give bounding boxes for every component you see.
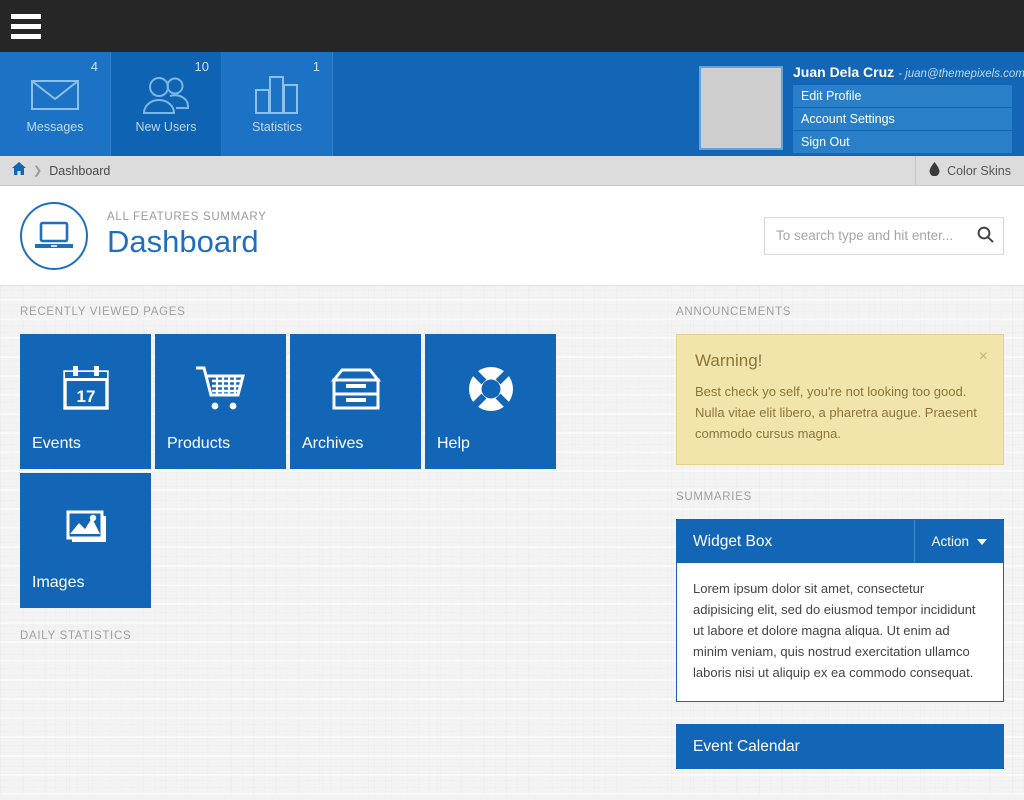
user-name: Juan Dela Cruz bbox=[793, 64, 895, 80]
page-tile-events[interactable]: 17 Events bbox=[20, 334, 151, 469]
stat-tile-statistics[interactable]: 1 Statistics bbox=[222, 52, 333, 156]
user-info: Juan Dela Cruz - juan@themepixels.com Ed… bbox=[793, 62, 1024, 154]
page-kicker: All Features Summary bbox=[107, 210, 267, 223]
main-content: Recently Viewed Pages 17 Events bbox=[0, 286, 1024, 795]
page-tile-label: Archives bbox=[302, 435, 364, 452]
user-menu-item-account-settings[interactable]: Account Settings bbox=[793, 108, 1012, 130]
widget-box-header: Widget Box Action bbox=[677, 520, 1003, 564]
breadcrumb-separator: ❯ bbox=[33, 165, 43, 177]
lifebuoy-icon bbox=[425, 334, 556, 435]
page-tile-label: Help bbox=[437, 435, 470, 452]
color-skins-label: Color Skins bbox=[947, 163, 1011, 178]
page-tile-archives[interactable]: Archives bbox=[290, 334, 421, 469]
recently-viewed-label: Recently Viewed Pages bbox=[20, 306, 186, 318]
stat-count: 4 bbox=[90, 59, 98, 74]
page-header: All Features Summary Dashboard bbox=[0, 186, 1024, 286]
page-tile-label: Events bbox=[32, 435, 81, 452]
envelope-icon bbox=[30, 73, 80, 117]
alert-title: Warning! bbox=[695, 351, 763, 370]
avatar[interactable] bbox=[699, 66, 783, 150]
recently-viewed-tiles: 17 Events Products Archives Help Images bbox=[20, 334, 656, 608]
stat-tile-messages[interactable]: 4 Messages bbox=[0, 52, 111, 156]
widget-box-panel: Widget Box Action Lorem ipsum dolor sit … bbox=[676, 519, 1004, 703]
stat-label: New Users bbox=[135, 120, 197, 134]
widget-action-dropdown[interactable]: Action bbox=[914, 520, 1003, 564]
user-menu-item-sign-out[interactable]: Sign Out bbox=[793, 131, 1012, 153]
widget-box-body: Lorem ipsum dolor sit amet, consectetur … bbox=[693, 581, 976, 681]
left-column: Recently Viewed Pages 17 Events bbox=[20, 306, 676, 775]
user-identity: Juan Dela Cruz - juan@themepixels.com bbox=[793, 62, 1024, 85]
color-skins-button[interactable]: Color Skins bbox=[915, 155, 1024, 186]
search-box bbox=[764, 216, 1004, 255]
breadcrumb: ❯ Dashboard bbox=[0, 161, 110, 180]
stat-tile-new-users[interactable]: 10 New Users bbox=[111, 52, 222, 156]
user-panel: Juan Dela Cruz - juan@themepixels.com Ed… bbox=[699, 52, 1024, 156]
breadcrumb-bar: ❯ Dashboard Color Skins bbox=[0, 155, 1024, 186]
alert-body: Best check yo self, you're not looking t… bbox=[695, 384, 977, 442]
home-icon[interactable] bbox=[12, 161, 26, 180]
laptop-icon bbox=[20, 201, 88, 270]
stat-label: Statistics bbox=[251, 120, 302, 134]
users-icon bbox=[140, 73, 192, 117]
hamburger-bar bbox=[11, 23, 41, 29]
bar-chart-icon bbox=[254, 73, 300, 117]
top-bar bbox=[0, 0, 1024, 52]
droplet-icon bbox=[929, 162, 940, 179]
widget-box-title: Widget Box bbox=[693, 532, 773, 550]
user-menu-item-edit-profile[interactable]: Edit Profile bbox=[793, 85, 1012, 107]
widget-action-label: Action bbox=[931, 534, 969, 550]
calendar-icon: 17 bbox=[20, 334, 151, 435]
stats-strip: 4 Messages 10 New Users 1 Statistics Jua… bbox=[0, 52, 1024, 156]
page-title: Dashboard bbox=[107, 223, 259, 259]
summaries-label: Summaries bbox=[676, 491, 752, 504]
shopping-cart-icon bbox=[155, 334, 286, 435]
close-icon[interactable]: × bbox=[979, 348, 988, 366]
page-tile-products[interactable]: Products bbox=[155, 334, 286, 469]
stat-count: 1 bbox=[312, 59, 320, 74]
hamburger-bar bbox=[11, 13, 41, 19]
search-button[interactable] bbox=[967, 218, 1003, 254]
event-calendar-header[interactable]: Event Calendar bbox=[677, 725, 1003, 769]
right-column: Announcements × Warning! Best check yo s… bbox=[676, 306, 1004, 775]
daily-statistics-label: Daily Statistics bbox=[20, 630, 132, 642]
breadcrumb-current[interactable]: Dashboard bbox=[49, 164, 110, 178]
chevron-down-icon bbox=[977, 538, 987, 545]
stat-count: 10 bbox=[194, 59, 209, 74]
page-tile-label: Products bbox=[167, 435, 231, 452]
page-tile-images[interactable]: Images bbox=[20, 473, 151, 608]
page-header-text: All Features Summary Dashboard bbox=[107, 211, 267, 261]
warning-alert: × Warning! Best check yo self, you're no… bbox=[676, 334, 1004, 466]
page-tile-help[interactable]: Help bbox=[425, 334, 556, 469]
hamburger-bar bbox=[11, 33, 41, 39]
page-tile-label: Images bbox=[32, 574, 85, 591]
stat-label: Messages bbox=[26, 120, 84, 134]
event-calendar-panel: Event Calendar bbox=[676, 724, 1004, 770]
archive-icon bbox=[290, 334, 421, 435]
svg-text:17: 17 bbox=[76, 387, 95, 406]
photos-icon bbox=[20, 473, 151, 574]
hamburger-menu-icon[interactable] bbox=[0, 0, 52, 52]
search-icon bbox=[977, 226, 994, 246]
user-email: - juan@themepixels.com bbox=[898, 68, 1024, 80]
event-calendar-title: Event Calendar bbox=[693, 737, 800, 755]
search-input[interactable] bbox=[765, 228, 967, 243]
announcements-label: Announcements bbox=[676, 306, 792, 318]
